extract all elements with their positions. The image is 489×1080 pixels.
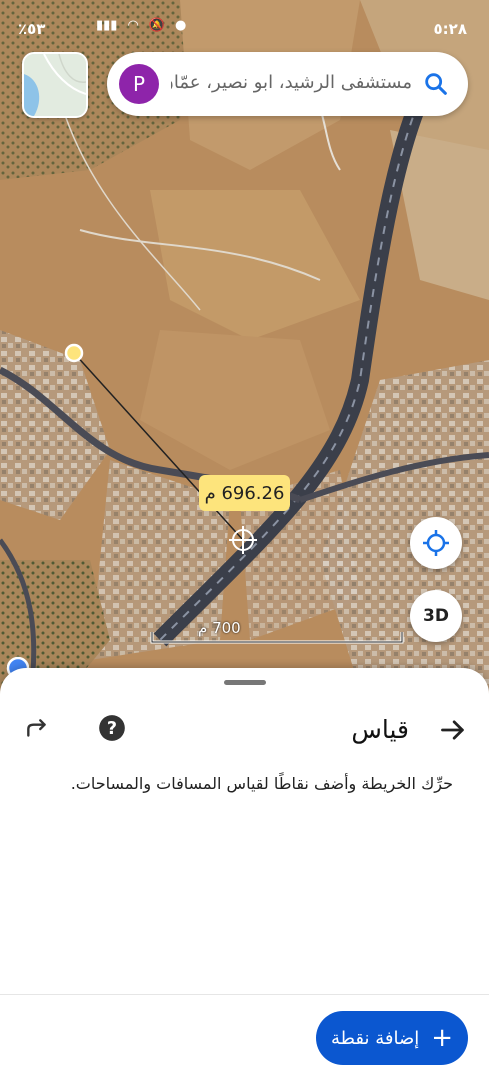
map-layer-thumbnail-icon (24, 54, 86, 116)
silent-icon: 🔕 (148, 18, 165, 33)
scale-label: 700 م (198, 619, 241, 637)
add-point-button[interactable]: + إضافة نقطة (316, 1011, 468, 1065)
add-point-label: إضافة نقطة (330, 1027, 420, 1049)
measurement-label: 696.26 م (199, 475, 290, 511)
svg-text:?: ? (107, 719, 117, 739)
search-icon[interactable] (422, 70, 450, 98)
wifi-icon: ◠ (127, 18, 139, 33)
search-query[interactable]: مستشفى الرشيد، ابو نصير، عمّان (171, 72, 412, 93)
avatar[interactable]: P (119, 64, 159, 104)
sheet-description: حرِّك الخريطة وأضف نقاطًا لقياس المسافات… (70, 774, 453, 793)
location-status-icon: ● (175, 18, 187, 33)
crosshair-location-icon (423, 530, 449, 556)
plus-icon: + (431, 1023, 454, 1053)
status-icons: ▮▮▮ ◠ 🔕 ● (96, 18, 186, 33)
help-icon[interactable]: ? (98, 714, 126, 742)
layers-button[interactable] (22, 52, 88, 118)
status-time: ٥:٢٨ (433, 20, 467, 38)
redo-icon[interactable] (24, 716, 50, 742)
drag-handle[interactable] (224, 680, 266, 685)
sheet-title: قياس (351, 715, 409, 744)
my-location-button[interactable] (410, 517, 462, 569)
back-arrow-icon[interactable] (439, 716, 467, 744)
3d-toggle-button[interactable]: 3D (410, 590, 462, 642)
battery-indicator: ٪٥٣ (18, 20, 46, 38)
scale-bar (150, 632, 404, 644)
search-bar[interactable]: P مستشفى الرشيد، ابو نصير، عمّان (107, 52, 468, 116)
signal-icon: ▮▮▮ (96, 18, 118, 33)
map-view[interactable]: ٪٥٣ ▮▮▮ ◠ 🔕 ● ٥:٢٨ P مستشفى الرشيد، ابو … (0, 0, 489, 700)
status-bar: ٪٥٣ ▮▮▮ ◠ 🔕 ● ٥:٢٨ (0, 0, 489, 60)
divider (0, 994, 489, 995)
